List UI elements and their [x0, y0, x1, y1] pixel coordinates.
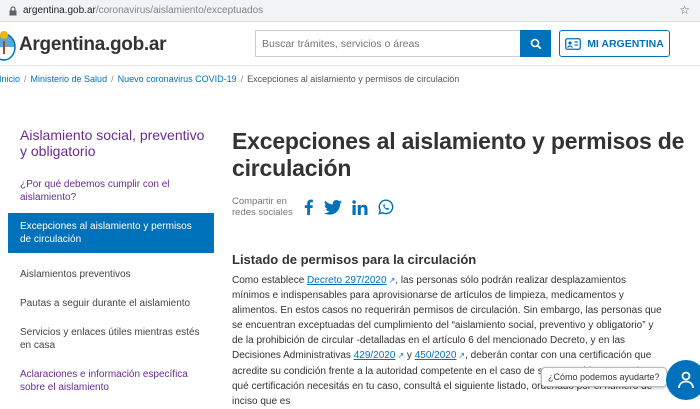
share-icons	[302, 199, 404, 215]
mi-argentina-button[interactable]: MI ARGENTINA	[559, 30, 670, 57]
bookmark-star-icon[interactable]: ☆	[679, 3, 690, 17]
body-text-3: y	[404, 350, 415, 362]
twitter-icon[interactable]	[324, 199, 342, 215]
search-button[interactable]	[520, 30, 551, 57]
sidebar-item-pautas[interactable]: Pautas a seguir durante el aislamiento	[8, 297, 214, 310]
chat-prompt-bubble[interactable]: ¿Cómo podemos ayudarte?	[541, 367, 667, 387]
sidebar-item-servicios[interactable]: Servicios y enlaces útiles mientras esté…	[8, 326, 214, 352]
search-input[interactable]	[256, 31, 520, 56]
decision-429-link[interactable]: 429/2020	[354, 350, 396, 361]
sidebar-nav: Aislamiento social, preventivo y obligat…	[8, 117, 214, 394]
breadcrumb-current: Excepciones al aislamiento y permisos de…	[247, 74, 460, 84]
breadcrumb-separator: /	[111, 74, 114, 84]
mi-argentina-label: MI ARGENTINA	[587, 37, 664, 50]
breadcrumb-inicio[interactable]: Inicio	[0, 74, 20, 84]
section-title: Listado de permisos para la circulación	[232, 252, 477, 267]
browser-url-bar[interactable]: argentina.gob.ar/coronavirus/aislamiento…	[0, 0, 700, 22]
main-content: Excepciones al aislamiento y permisos de…	[232, 128, 700, 407]
body-paragraph: Como establece Decreto 297/2020 ↗, las pe…	[232, 273, 664, 409]
page-title: Excepciones al aislamiento y permisos de…	[232, 128, 685, 181]
facebook-icon[interactable]	[302, 199, 314, 215]
sidebar-item-aclaraciones[interactable]: Aclaraciones e información específica so…	[8, 368, 214, 394]
body-text-1: Como establece	[232, 275, 308, 286]
share-label: Compartir en redes sociales	[232, 196, 293, 218]
chat-assistant-icon	[678, 371, 694, 389]
logo-text: Argentina.gob.ar	[19, 34, 167, 55]
body-text-2: , las personas sólo podrán realizar desp…	[232, 275, 662, 362]
sidebar-item-aislamientos-preventivos[interactable]: Aislamientos preventivos	[8, 268, 214, 281]
site-logo[interactable]: Argentina.gob.ar	[0, 29, 167, 61]
breadcrumb: Inicio / Ministerio de Salud / Nuevo coronav…	[0, 74, 459, 84]
chat-assistant-button[interactable]	[666, 360, 700, 400]
breadcrumb-separator: /	[24, 74, 27, 84]
search-bar	[255, 30, 551, 57]
breadcrumb-ministerio-salud[interactable]: Ministerio de Salud	[31, 74, 108, 84]
linkedin-icon[interactable]	[352, 199, 368, 215]
sidebar-item-excepciones[interactable]: Excepciones al aislamiento y permisos de…	[8, 213, 214, 253]
breadcrumb-separator: /	[240, 74, 244, 84]
coat-of-arms-icon	[0, 31, 16, 61]
share-section: Compartir en redes sociales	[232, 196, 404, 218]
lock-icon	[9, 5, 17, 15]
breadcrumb-covid[interactable]: Nuevo coronavirus COVID-19	[118, 74, 237, 84]
id-card-icon	[565, 37, 582, 50]
url-host: argentina.gob.ar	[23, 5, 96, 16]
site-header: Argentina.gob.ar MI ARGENTINA	[0, 22, 700, 66]
sidebar-item-por-que[interactable]: ¿Por qué debemos cumplir con el aislamie…	[8, 178, 214, 204]
decreto-297-link[interactable]: Decreto 297/2020	[307, 275, 387, 286]
url-path: /coronavirus/aislamiento/exceptuados	[95, 5, 264, 16]
search-icon	[530, 38, 541, 49]
decision-450-link[interactable]: 450/2020	[415, 350, 457, 361]
sidebar-title[interactable]: Aislamiento social, preventivo y obligat…	[8, 127, 214, 159]
whatsapp-icon[interactable]	[378, 199, 394, 215]
